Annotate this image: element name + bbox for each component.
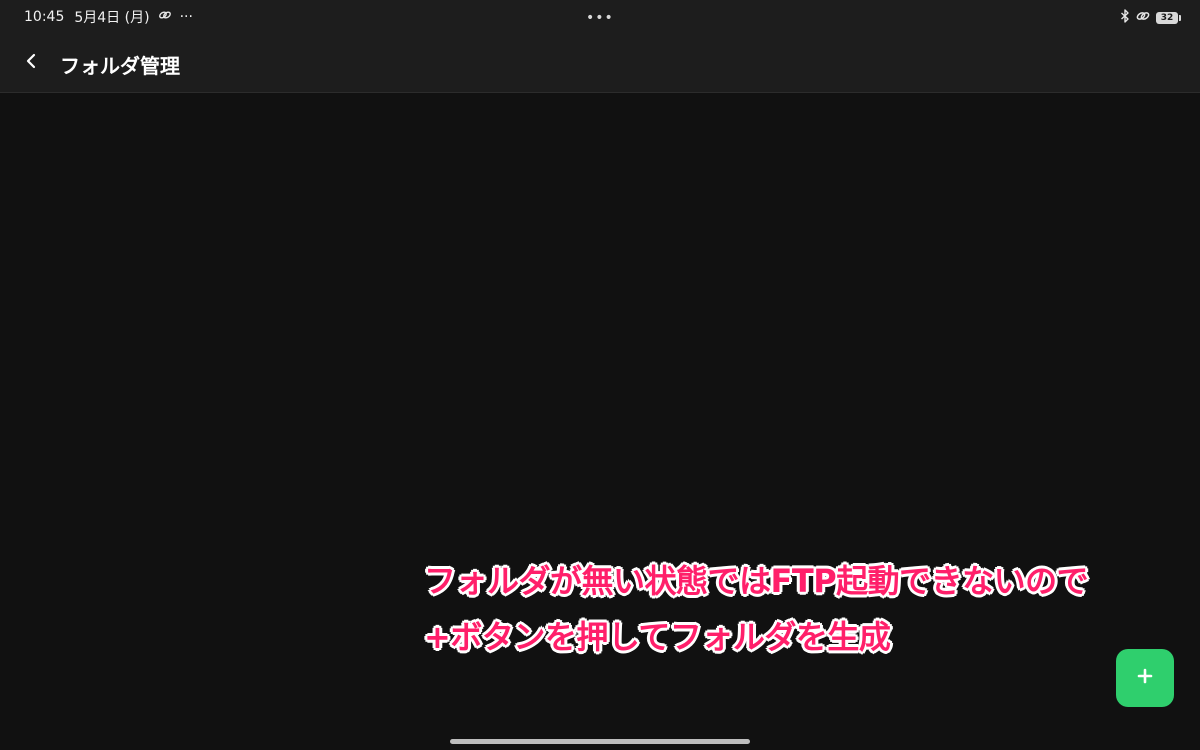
status-time: 10:45: [24, 9, 65, 25]
battery-icon: 32: [1156, 11, 1181, 24]
link-icon: [158, 8, 172, 26]
page-title: フォルダ管理: [60, 54, 180, 78]
annotation-line-2: +ボタンを押してフォルダを生成: [424, 618, 891, 656]
status-more: ···: [179, 9, 193, 25]
status-right: 32: [1120, 8, 1181, 27]
bluetooth-icon: [1120, 8, 1130, 27]
back-button[interactable]: [16, 48, 46, 78]
status-left: 10:45 5月4日 (月) ···: [24, 7, 193, 27]
app-bar: フォルダ管理: [0, 34, 1200, 93]
annotation-line-1: フォルダが無い状態ではFTP起動できないので: [424, 562, 1089, 600]
link-icon: [1135, 8, 1151, 27]
tutorial-annotation: フォルダが無い状態ではFTP起動できないので +ボタンを押してフォルダを生成: [424, 553, 1089, 665]
multitask-dots[interactable]: •••: [586, 10, 614, 26]
status-bar: 10:45 5月4日 (月) ··· ••• 32: [0, 0, 1200, 34]
home-indicator[interactable]: [450, 739, 750, 744]
chevron-left-icon: [25, 53, 37, 73]
screen: 10:45 5月4日 (月) ··· ••• 32 フォルダ管理 フォルダが無い…: [0, 0, 1200, 750]
plus-icon: [1137, 668, 1153, 688]
add-folder-button[interactable]: [1116, 649, 1174, 707]
status-date: 5月4日 (月): [74, 10, 150, 26]
